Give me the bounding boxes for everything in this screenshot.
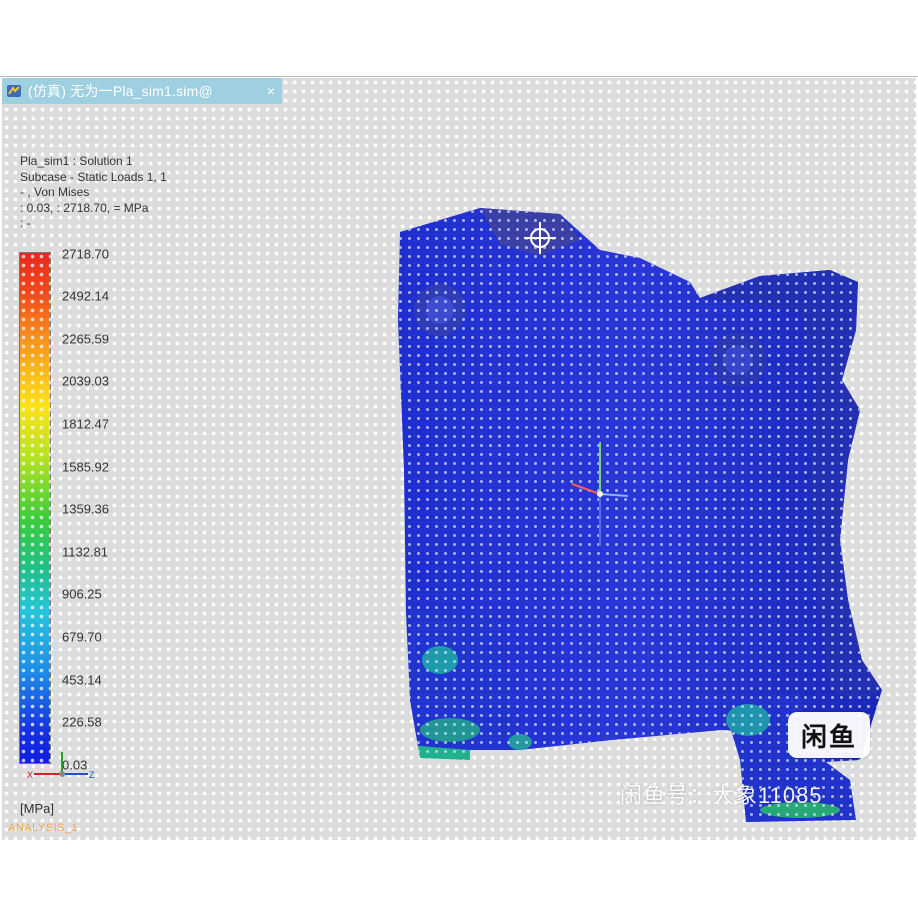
legend-tick: 1359.36 bbox=[62, 501, 109, 517]
watermark-text: 闲鱼号：大象11085 bbox=[620, 783, 823, 808]
close-icon[interactable]: × bbox=[264, 83, 278, 99]
view-triad-icon: X Z bbox=[27, 752, 95, 780]
info-subcase: Subcase - Static Loads 1, 1 bbox=[20, 169, 167, 184]
legend-tick: 2718.70 bbox=[62, 246, 109, 262]
crosshair-cursor-icon bbox=[524, 222, 556, 254]
xianyu-badge-text: 闲鱼 bbox=[800, 721, 857, 752]
tab-simulation[interactable]: (仿真) 无为一Pla_sim1.sim@ × bbox=[2, 78, 282, 104]
legend-tick: 1132.81 bbox=[62, 544, 109, 560]
layer-label: ANALYSIS_1 bbox=[8, 822, 79, 834]
legend-tick: 1812.47 bbox=[62, 416, 109, 432]
legend-tick: 453.14 bbox=[62, 672, 102, 688]
tab-title: (仿真) 无为一Pla_sim1.sim@ bbox=[28, 83, 213, 99]
info-extra: : - bbox=[20, 216, 31, 230]
svg-text:X: X bbox=[27, 770, 33, 780]
info-range: : 0.03, : 2718.70, = MPa bbox=[20, 200, 149, 215]
legend-tick: 906.25 bbox=[62, 586, 102, 602]
color-legend-bar bbox=[19, 252, 51, 764]
legend-units: [MPa] bbox=[20, 801, 54, 816]
legend-tick: 679.70 bbox=[62, 629, 102, 645]
info-solution: Pla_sim1 : Solution 1 bbox=[20, 154, 133, 168]
svg-text:Z: Z bbox=[89, 770, 95, 780]
legend-tick: 1585.92 bbox=[62, 459, 109, 475]
xianyu-badge: 闲鱼 bbox=[788, 712, 870, 758]
nx-app-icon bbox=[6, 83, 22, 99]
wcs-triad-icon bbox=[571, 442, 629, 546]
legend-tick: 226.58 bbox=[62, 714, 102, 730]
legend-tick: 2039.03 bbox=[62, 373, 109, 389]
result-info: Pla_sim1 : Solution 1 Subcase - Static L… bbox=[20, 154, 167, 232]
info-result-type: - , Von Mises bbox=[20, 185, 90, 199]
legend-tick: 2265.59 bbox=[62, 331, 109, 347]
legend-tick: 2492.14 bbox=[62, 288, 109, 304]
